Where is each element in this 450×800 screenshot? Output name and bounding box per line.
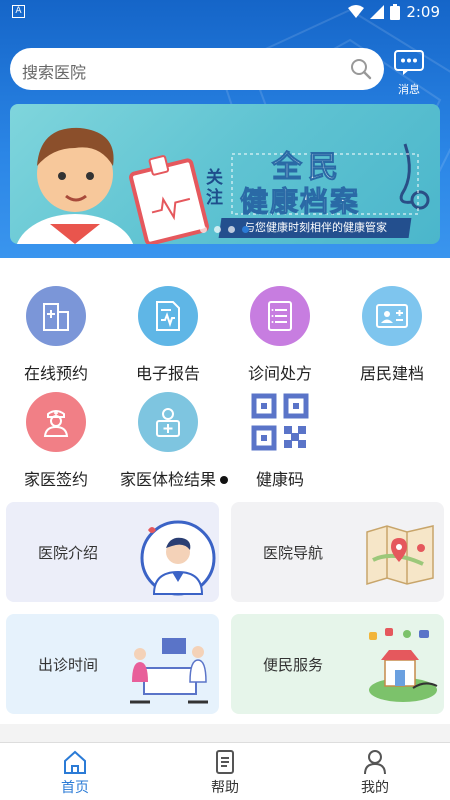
service-online-booking[interactable]: 在线预约 xyxy=(0,286,112,384)
doctor-avatar-illustration xyxy=(140,520,216,596)
id-card-icon xyxy=(362,286,422,346)
battery-icon xyxy=(390,4,401,20)
checkup-icon xyxy=(138,392,198,452)
status-right: 2:09 xyxy=(348,3,440,21)
message-button[interactable]: 消息 xyxy=(392,50,426,97)
feature-cards: 医院介绍 医院导航 出诊时间 便民服务 xyxy=(0,496,450,724)
report-icon xyxy=(138,286,198,346)
service-grid: 在线预约 电子报告 诊间处方 居民建档 家医签约 家医体检结果 健康码 xyxy=(0,258,450,496)
services-illustration xyxy=(369,628,438,702)
signal-icon xyxy=(370,5,385,19)
service-label: 诊间处方 xyxy=(247,364,312,383)
service-label: 健康码 xyxy=(255,470,304,489)
user-icon xyxy=(364,750,386,775)
carousel-dots[interactable] xyxy=(200,226,249,233)
message-label: 消息 xyxy=(398,83,420,96)
service-family-doctor-sign[interactable]: 家医签约 xyxy=(0,392,112,490)
card-label: 出诊时间 xyxy=(38,656,99,674)
service-prescription[interactable]: 诊间处方 xyxy=(224,286,336,384)
wifi-icon xyxy=(348,5,365,18)
nav-help[interactable]: 帮助 xyxy=(150,743,300,800)
service-label: 电子报告 xyxy=(135,364,200,383)
service-label: 家医体检结果 xyxy=(119,470,216,489)
search-input[interactable]: 搜索医院 xyxy=(22,59,86,83)
card-label: 医院导航 xyxy=(263,544,324,562)
banner-carousel[interactable]: 关注 全民 健康档案 与您健康时刻相伴的健康管家 xyxy=(10,104,440,244)
card-label: 便民服务 xyxy=(263,656,324,674)
service-health-code[interactable]: 健康码 xyxy=(224,392,336,490)
consultation-illustration xyxy=(130,638,208,704)
service-e-report[interactable]: 电子报告 xyxy=(112,286,224,384)
prescription-icon xyxy=(250,286,310,346)
hospital-icon xyxy=(26,286,86,346)
banner-title-line2: 健康档案 xyxy=(239,185,361,219)
card-clinic-hours[interactable]: 出诊时间 xyxy=(6,614,219,714)
service-family-checkup[interactable]: 家医体检结果 xyxy=(112,392,228,490)
service-label: 居民建档 xyxy=(359,364,424,383)
card-convenience-services[interactable]: 便民服务 xyxy=(231,614,444,714)
app-root: A 2:09 搜索医院 消息 关注 全民 健康档案 与您健康时刻相伴的健康管家 … xyxy=(0,0,450,800)
qr-code-icon xyxy=(250,392,310,452)
carousel-dot[interactable] xyxy=(214,226,221,233)
help-document-icon xyxy=(216,750,234,774)
nav-label: 首页 xyxy=(61,780,89,796)
home-icon xyxy=(64,750,86,774)
card-hospital-navigation[interactable]: 医院导航 xyxy=(231,502,444,602)
service-label: 家医签约 xyxy=(23,470,88,489)
carousel-dot[interactable] xyxy=(200,226,207,233)
message-icon xyxy=(394,50,424,75)
service-label: 在线预约 xyxy=(23,364,88,383)
nav-label: 帮助 xyxy=(211,780,239,796)
search-icon[interactable] xyxy=(350,58,372,80)
carousel-dot[interactable] xyxy=(228,226,235,233)
card-hospital-intro[interactable]: 医院介绍 xyxy=(6,502,219,602)
card-label: 医院介绍 xyxy=(38,544,99,562)
map-illustration xyxy=(366,525,434,586)
nav-label: 我的 xyxy=(361,780,389,796)
bottom-nav: 首页 帮助 我的 xyxy=(0,742,450,800)
banner-follow-text: 关注 xyxy=(206,168,223,208)
status-time: 2:09 xyxy=(406,3,440,21)
doctor-icon xyxy=(26,392,86,452)
nav-profile[interactable]: 我的 xyxy=(300,743,450,800)
status-bar: A 2:09 xyxy=(0,0,450,24)
service-resident-records[interactable]: 居民建档 xyxy=(336,286,448,384)
notification-a-icon: A xyxy=(12,5,25,18)
search-bar[interactable]: 搜索医院 xyxy=(10,48,384,90)
carousel-dot-active[interactable] xyxy=(242,226,249,233)
nav-home[interactable]: 首页 xyxy=(0,743,150,800)
